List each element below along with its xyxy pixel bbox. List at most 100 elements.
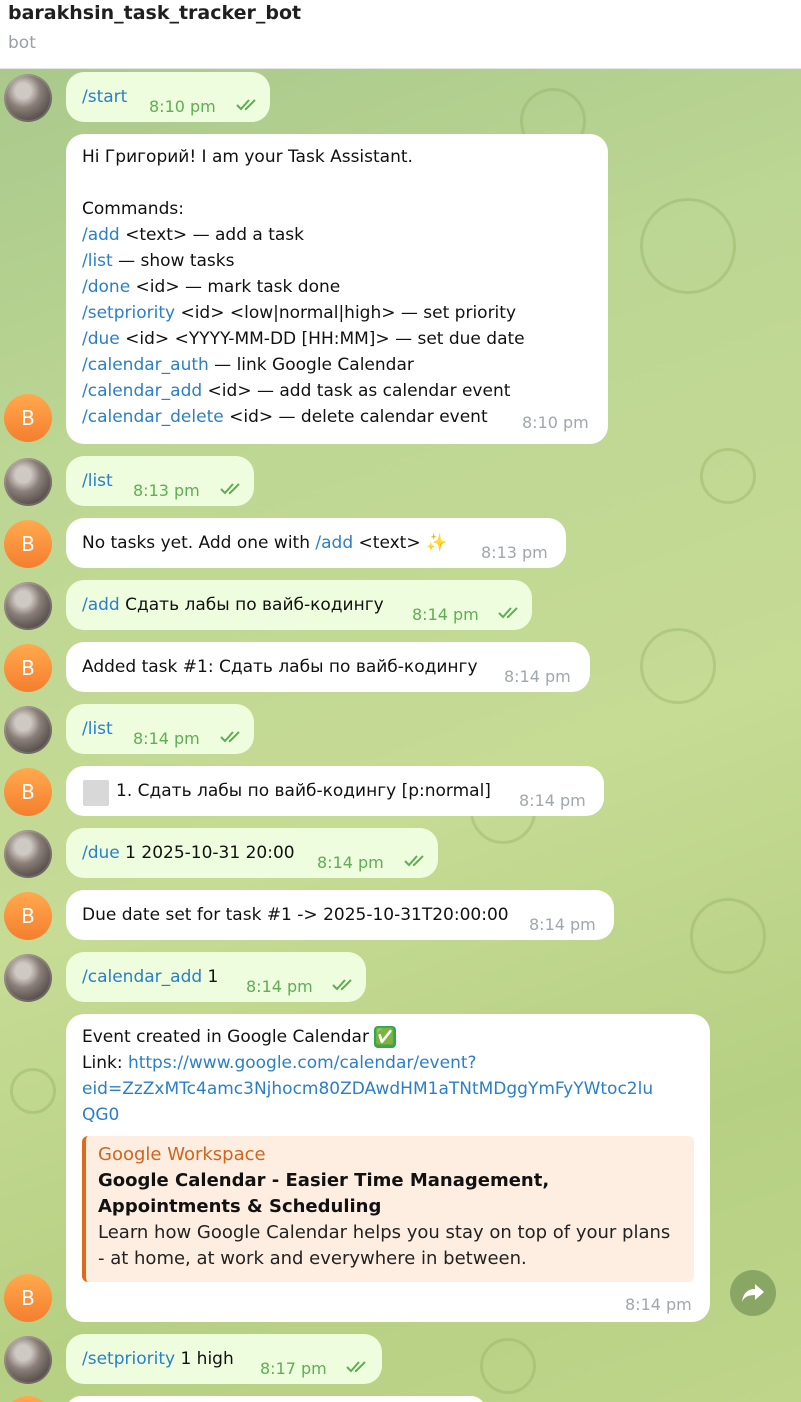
command-link[interactable]: /list <box>82 251 113 271</box>
bot-avatar[interactable]: B <box>4 520 52 568</box>
command-link[interactable]: /start <box>82 84 127 110</box>
message-bubble-incoming[interactable] <box>66 1396 486 1402</box>
command-description: <id> <YYYY-MM-DD [HH:MM]> — set due date <box>119 329 525 349</box>
link-preview-description: Learn how Google Calendar helps you stay… <box>98 1222 671 1269</box>
chat-subtitle: bot <box>8 33 36 53</box>
background-doodle-icon <box>640 198 736 294</box>
message-text: /due 1 2025-10-31 20:00 <box>82 843 295 863</box>
message-bubble-outgoing[interactable]: /start 8:10 pm <box>66 72 270 122</box>
message-bubble-outgoing[interactable]: /setpriority 1 high 8:17 pm <box>66 1334 382 1384</box>
message-time: 8:14 pm <box>317 853 384 872</box>
command-link[interactable]: /add <box>82 225 120 245</box>
user-avatar[interactable] <box>4 74 52 122</box>
command-link[interactable]: /setpriority <box>82 303 175 323</box>
link-preview[interactable]: Google Workspace Google Calendar - Easie… <box>82 1136 694 1282</box>
bot-avatar[interactable]: B <box>4 644 52 692</box>
user-avatar[interactable] <box>4 582 52 630</box>
message-text: 1. Сдать лабы по вайб-кодингу [p:normal] <box>116 781 491 801</box>
message-bubble-incoming[interactable]: Event created in Google Calendar ✅ Link:… <box>66 1014 710 1322</box>
command-link[interactable]: /calendar_add <box>82 381 202 401</box>
command-link[interactable]: /due <box>82 329 120 349</box>
message-bubble-incoming[interactable]: No tasks yet. Add one with /add <text> ✨… <box>66 518 566 568</box>
user-avatar[interactable] <box>4 830 52 878</box>
message-bubble-incoming[interactable]: Added task #1: Сдать лабы по вайб-кодинг… <box>66 642 590 692</box>
link-preview-site: Google Workspace <box>98 1144 266 1165</box>
link-label: Link: <box>82 1053 128 1073</box>
command-link[interactable]: /list <box>82 468 113 494</box>
command-link[interactable]: /add <box>315 533 353 553</box>
chat-header[interactable]: barakhsin_task_tracker_bot bot <box>0 0 801 69</box>
message-bubble-outgoing[interactable]: /add Сдать лабы по вайб-кодингу 8:14 pm <box>66 580 532 630</box>
command-description: <id> — delete calendar event <box>223 407 488 427</box>
command-line: /add <text> — add a task <box>82 222 592 248</box>
command-line: /calendar_auth — link Google Calendar <box>82 352 592 378</box>
message-time: 8:14 pm <box>246 977 313 996</box>
message-time: 8:14 pm <box>133 729 200 748</box>
read-checkmarks-icon <box>220 483 240 495</box>
command-link[interactable]: /calendar_auth <box>82 355 209 375</box>
checkbox-empty-icon <box>83 780 109 806</box>
message-bubble-incoming[interactable]: 1. Сдать лабы по вайб-кодингу [p:normal]… <box>66 766 604 816</box>
read-checkmarks-icon <box>498 607 518 619</box>
bot-avatar[interactable]: B <box>4 1274 52 1322</box>
message-time: 8:14 pm <box>519 791 586 810</box>
message-bubble-outgoing[interactable]: /list 8:13 pm <box>66 456 254 506</box>
message-text: Event created in Google Calendar ✅ <box>82 1026 397 1048</box>
command-description: — show tasks <box>112 251 235 271</box>
message-time: 8:14 pm <box>529 915 596 934</box>
command-link[interactable]: /calendar_delete <box>82 407 224 427</box>
command-link[interactable]: /calendar_add <box>82 967 202 987</box>
command-line: /due <id> <YYYY-MM-DD [HH:MM]> — set due… <box>82 326 592 352</box>
background-doodle-icon <box>480 1338 536 1394</box>
message-bubble-incoming[interactable]: Hi Григорий! I am your Task Assistant. C… <box>66 134 608 444</box>
user-avatar[interactable] <box>4 706 52 754</box>
check-mark-icon: ✅ <box>374 1026 397 1048</box>
calendar-event-link[interactable]: eid=ZzZxMTc4amc3Njhocm80ZDAwdHM1aTNtMDgg… <box>82 1076 694 1102</box>
background-doodle-icon <box>700 448 756 504</box>
message-bubble-outgoing[interactable]: /calendar_add 1 8:14 pm <box>66 952 366 1002</box>
message-text: Due date set for task #1 -> 2025-10-31T2… <box>82 905 509 925</box>
user-avatar[interactable] <box>4 458 52 506</box>
bot-avatar[interactable]: B <box>4 892 52 940</box>
command-line: /calendar_delete <id> — delete calendar … <box>82 404 592 430</box>
command-line: /list — show tasks <box>82 248 592 274</box>
message-text: /calendar_add 1 <box>82 967 219 987</box>
user-avatar[interactable] <box>4 1336 52 1384</box>
command-line: /calendar_add <id> — add task as calenda… <box>82 378 592 404</box>
command-description: <id> <low|normal|high> — set priority <box>175 303 517 323</box>
background-doodle-icon <box>10 1068 56 1114</box>
message-bubble-incoming[interactable]: Due date set for task #1 -> 2025-10-31T2… <box>66 890 614 940</box>
message-time: 8:14 pm <box>504 667 571 686</box>
command-link[interactable]: /add <box>82 595 120 615</box>
message-time: 8:10 pm <box>149 97 216 116</box>
command-link[interactable]: /due <box>82 843 120 863</box>
message-bubble-outgoing[interactable]: /list 8:14 pm <box>66 704 254 754</box>
bot-avatar[interactable]: B <box>4 768 52 816</box>
command-line: /done <id> — mark task done <box>82 274 592 300</box>
background-doodle-icon <box>640 628 716 704</box>
read-checkmarks-icon <box>220 731 240 743</box>
command-description: <id> — add task as calendar event <box>202 381 511 401</box>
calendar-event-link[interactable]: QG0 <box>82 1102 694 1128</box>
user-avatar[interactable] <box>4 954 52 1002</box>
bot-avatar[interactable] <box>4 1396 52 1402</box>
read-checkmarks-icon <box>346 1361 366 1373</box>
bot-avatar[interactable]: B <box>4 394 52 442</box>
read-checkmarks-icon <box>236 99 256 111</box>
command-link[interactable]: /list <box>82 716 113 742</box>
message-time: 8:14 pm <box>412 605 479 624</box>
read-checkmarks-icon <box>332 979 352 991</box>
command-link[interactable]: /done <box>82 277 130 297</box>
background-doodle-icon <box>690 898 766 974</box>
message-text: /setpriority 1 high <box>82 1349 234 1369</box>
chat-title[interactable]: barakhsin_task_tracker_bot <box>8 2 301 24</box>
forward-button[interactable] <box>730 1270 776 1316</box>
message-text: Commands: <box>82 199 184 219</box>
message-bubble-outgoing[interactable]: /due 1 2025-10-31 20:00 8:14 pm <box>66 828 438 878</box>
link-preview-title: Google Calendar - Easier Time Management… <box>98 1170 550 1217</box>
message-list[interactable]: /start 8:10 pm B Hi Григорий! I am your … <box>0 68 801 1402</box>
command-link[interactable]: /setpriority <box>82 1349 175 1369</box>
calendar-event-link[interactable]: https://www.google.com/calendar/event? <box>128 1053 477 1073</box>
message-text: /add Сдать лабы по вайб-кодингу <box>82 595 384 615</box>
message-text: Added task #1: Сдать лабы по вайб-кодинг… <box>82 657 478 677</box>
